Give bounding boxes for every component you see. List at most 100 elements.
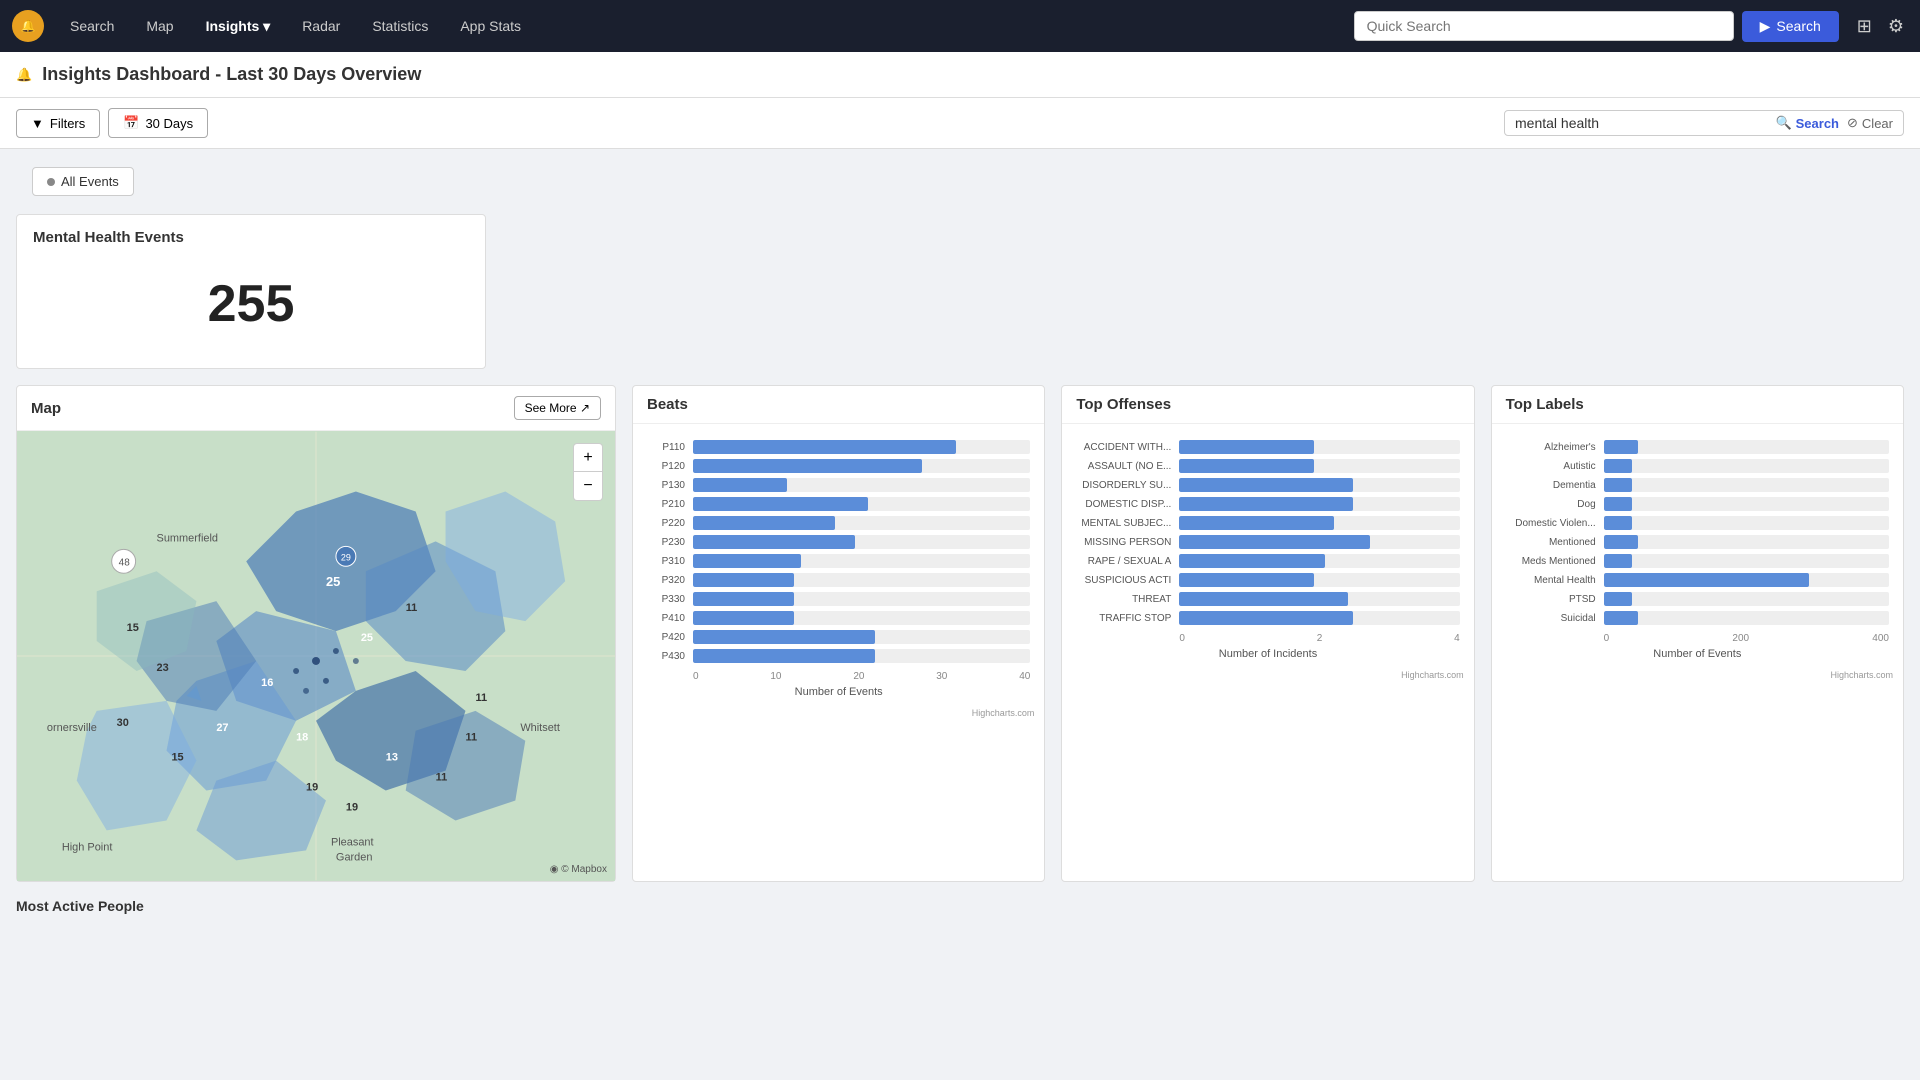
offenses-panel-header: Top Offenses <box>1062 386 1473 424</box>
offenses-chart-panel: Top Offenses ACCIDENT WITH... ASSAULT (NO… <box>1061 385 1474 882</box>
beats-chart-panel: Beats P110P120P130P210P220P230P310P320P3… <box>632 385 1045 882</box>
svg-text:15: 15 <box>127 622 139 634</box>
svg-text:15: 15 <box>171 752 183 764</box>
bar-row: DOMESTIC DISP... <box>1076 497 1459 511</box>
see-more-button[interactable]: See More ↗ <box>514 396 601 420</box>
svg-text:11: 11 <box>466 732 478 744</box>
bar-row: Domestic Violen... <box>1506 516 1889 530</box>
bar-label: P410 <box>647 613 685 624</box>
days-button[interactable]: 📅 30 Days <box>108 108 208 138</box>
bar-track <box>1604 611 1889 625</box>
beats-chart-title: Beats <box>647 396 688 413</box>
bar-fill <box>1604 478 1633 492</box>
page-title-icon: 🔔 <box>16 67 32 83</box>
grid-icon[interactable]: ⊞ <box>1853 12 1876 41</box>
bar-label: DISORDERLY SU... <box>1076 480 1171 491</box>
svg-text:18: 18 <box>296 732 308 744</box>
bar-label: P320 <box>647 575 685 586</box>
stats-card-title: Mental Health Events <box>33 229 469 246</box>
beats-chart-body: P110P120P130P210P220P230P310P320P330P410… <box>633 424 1044 708</box>
bar-track <box>693 459 1030 473</box>
charts-row: Map See More ↗ <box>16 385 1904 882</box>
nav-item-map[interactable]: Map <box>132 12 187 40</box>
axis-tick: 200 <box>1732 633 1749 644</box>
nav-icons: ⊞ ⚙ <box>1853 12 1908 41</box>
bar-track <box>1179 459 1459 473</box>
bar-label: P230 <box>647 537 685 548</box>
bar-row: Meds Mentioned <box>1506 554 1889 568</box>
nav-item-insights[interactable]: Insights ▾ <box>192 12 285 41</box>
bar-track <box>1179 573 1459 587</box>
axis-tick: 0 <box>693 671 699 682</box>
toolbar-search-button[interactable]: 🔍 Search <box>1775 115 1839 131</box>
bar-row: ACCIDENT WITH... <box>1076 440 1459 454</box>
bar-fill <box>1179 478 1353 492</box>
bar-label: MENTAL SUBJEC... <box>1076 518 1171 529</box>
zoom-in-button[interactable]: + <box>574 444 602 472</box>
map-zoom-controls: + − <box>573 443 603 501</box>
svg-text:19: 19 <box>346 801 358 813</box>
bar-row: Alzheimer's <box>1506 440 1889 454</box>
bar-fill <box>1604 535 1638 549</box>
quick-search-input[interactable] <box>1354 11 1734 41</box>
svg-text:16: 16 <box>261 677 273 689</box>
nav-search-button[interactable]: ▶ Search <box>1742 11 1839 42</box>
svg-text:Summerfield: Summerfield <box>157 532 218 544</box>
svg-text:25: 25 <box>326 574 340 589</box>
mapbox-logo: ◉ © Mapbox <box>550 864 607 875</box>
bar-row: ASSAULT (NO E... <box>1076 459 1459 473</box>
labels-attribution: Highcharts.com <box>1492 670 1903 686</box>
bar-track <box>693 592 1030 606</box>
bar-label: TRAFFIC STOP <box>1076 613 1171 624</box>
bar-row: RAPE / SEXUAL A <box>1076 554 1459 568</box>
bar-label: Suicidal <box>1506 613 1596 624</box>
bar-row: SUSPICIOUS ACTI <box>1076 573 1459 587</box>
bar-label: ACCIDENT WITH... <box>1076 442 1171 453</box>
svg-text:High Point: High Point <box>62 841 113 853</box>
nav-item-statistics[interactable]: Statistics <box>358 12 442 40</box>
bar-label: Dog <box>1506 499 1596 510</box>
settings-icon[interactable]: ⚙ <box>1884 12 1908 41</box>
nav-item-radar[interactable]: Radar <box>288 12 354 40</box>
quick-search-container: ▶ Search <box>1354 11 1839 42</box>
offenses-chart-body: ACCIDENT WITH... ASSAULT (NO E... DISORDER… <box>1062 424 1473 670</box>
all-events-tag[interactable]: All Events <box>32 167 134 196</box>
bar-fill <box>1604 459 1633 473</box>
filter-icon: ▼ <box>31 116 44 131</box>
bar-track <box>1604 554 1889 568</box>
bar-track <box>1604 573 1889 587</box>
bar-row: Suicidal <box>1506 611 1889 625</box>
bar-label: DOMESTIC DISP... <box>1076 499 1171 510</box>
bar-fill <box>1604 573 1809 587</box>
bar-track <box>693 440 1030 454</box>
nav-item-app-stats[interactable]: App Stats <box>446 12 535 40</box>
beats-x-axis: 010203040 <box>647 669 1030 682</box>
filters-button[interactable]: ▼ Filters <box>16 109 100 138</box>
bar-track <box>693 611 1030 625</box>
beats-panel-header: Beats <box>633 386 1044 424</box>
stats-card: Mental Health Events 255 <box>16 214 486 369</box>
toolbar-clear-button[interactable]: ⊘ Clear <box>1847 115 1893 131</box>
bar-fill <box>693 535 855 549</box>
bar-track <box>1604 478 1889 492</box>
toolbar-search-input[interactable] <box>1515 115 1775 131</box>
nav-item-search[interactable]: Search <box>56 12 128 40</box>
bar-track <box>693 478 1030 492</box>
axis-tick: 0 <box>1179 633 1185 644</box>
labels-bar-chart: Alzheimer'sAutisticDementiaDogDomestic V… <box>1506 434 1889 631</box>
bar-label: P430 <box>647 651 685 662</box>
map-container[interactable]: 15 15 15 15 15 15 25 25 16 27 15 18 19 1… <box>17 431 615 881</box>
labels-chart-body: Alzheimer'sAutisticDementiaDogDomestic V… <box>1492 424 1903 670</box>
bar-label: P210 <box>647 499 685 510</box>
bar-fill <box>693 573 794 587</box>
zoom-out-button[interactable]: − <box>574 472 602 500</box>
nav-search-icon: ▶ <box>1760 18 1771 35</box>
bar-fill <box>693 649 875 663</box>
bar-track <box>693 497 1030 511</box>
bar-row: THREAT <box>1076 592 1459 606</box>
bar-row: Mental Health <box>1506 573 1889 587</box>
page-header: 🔔 Insights Dashboard - Last 30 Days Over… <box>0 52 1920 98</box>
bar-fill <box>1179 516 1333 530</box>
bar-label: Domestic Violen... <box>1506 518 1596 529</box>
bar-fill <box>693 440 956 454</box>
